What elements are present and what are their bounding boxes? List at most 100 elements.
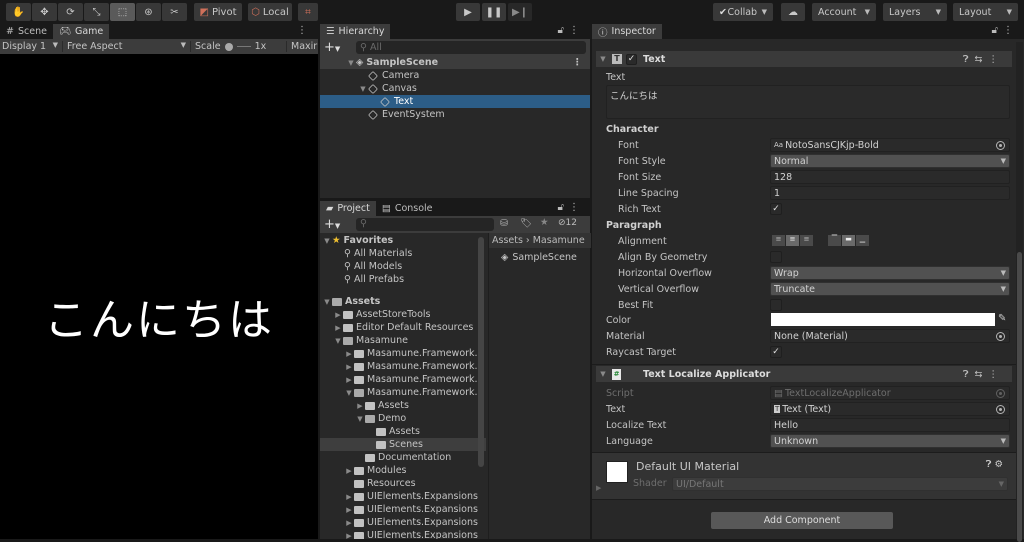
component-enabled-checkbox[interactable]: ✓ [626, 53, 637, 65]
expand-arrow-icon[interactable]: ▶ [344, 532, 354, 540]
localize-component-header[interactable]: ▼ # Text Localize Applicator ❓︎⇆⋮ [596, 366, 1012, 382]
collab-dropdown[interactable]: ✔ Collab ▼ [713, 3, 773, 21]
file-item-samplescene[interactable]: ◈ SampleScene [489, 251, 590, 264]
local-toggle[interactable]: ⬡ Local [248, 3, 292, 21]
material-object-field[interactable]: None (Material) [770, 329, 1010, 343]
text-value-textarea[interactable]: こんにちは [606, 85, 1010, 119]
aspect-dropdown[interactable]: Free Aspect ▼ [62, 41, 190, 52]
rotate-tool-button[interactable]: ⟳ [58, 3, 83, 21]
cloud-button[interactable]: ☁ [781, 3, 805, 21]
favorite-item[interactable]: ⚲ All Prefabs [320, 273, 486, 286]
font-style-dropdown[interactable]: Normal ▼ [770, 154, 1010, 168]
align-bottom-button[interactable]: ▁ [856, 235, 869, 246]
step-button[interactable]: ▶❙ [508, 3, 532, 21]
hierarchy-item-canvas[interactable]: ▼ Canvas [320, 82, 590, 95]
object-picker-icon[interactable] [996, 141, 1005, 150]
filter-label-icon[interactable]: 🏷︎ [520, 218, 532, 229]
favorite-star-icon[interactable]: ★ [540, 217, 549, 228]
tree-folder-item[interactable]: ▼ Demo [320, 412, 486, 425]
localize-text-input[interactable]: Hello [770, 418, 1010, 432]
more-options-icon[interactable]: ⋮ [573, 57, 583, 68]
tree-folder-item[interactable]: ▼ Masamune.Framework. [320, 386, 486, 399]
collapse-arrow-icon[interactable]: ▼ [355, 415, 365, 423]
horizontal-overflow-dropdown[interactable]: Wrap ▼ [770, 266, 1010, 280]
expand-arrow-icon[interactable]: ▶ [344, 350, 354, 358]
custom-tool-button[interactable]: ✂ [162, 3, 187, 21]
expand-arrow-icon[interactable]: ▼ [346, 59, 356, 67]
text-reference-field[interactable]: T Text (Text) [770, 402, 1010, 416]
tree-folder-item[interactable]: ▶ Assets [320, 399, 486, 412]
layout-dropdown[interactable]: Layout ▼ [953, 3, 1018, 21]
maximize-toggle[interactable]: Maxir [286, 41, 317, 52]
tab-project[interactable]: ▰ Project [320, 201, 376, 216]
expand-arrow-icon[interactable]: ▼ [358, 85, 368, 93]
tree-folder-item[interactable]: Documentation [320, 451, 486, 464]
font-object-field[interactable]: Aa NotoSansCJKjp-Bold [770, 138, 1010, 152]
hierarchy-search-input[interactable]: ⚲ All [356, 41, 586, 54]
raycast-target-checkbox[interactable]: ✓ [770, 346, 782, 358]
create-button[interactable]: +▼ [324, 217, 340, 232]
tree-scrollbar[interactable] [478, 237, 484, 467]
language-dropdown[interactable]: Unknown ▼ [770, 434, 1010, 448]
tab-game[interactable]: 🎮︎ Game [52, 24, 110, 39]
expand-arrow-icon[interactable]: ▼ [598, 370, 608, 378]
tree-folder-item[interactable]: Assets [320, 425, 486, 438]
object-picker-icon[interactable] [996, 405, 1005, 414]
object-picker-icon[interactable] [996, 332, 1005, 341]
tab-scene[interactable]: # Scene [0, 24, 53, 39]
more-options-icon[interactable]: ⋮ [297, 25, 312, 36]
rect-tool-button[interactable]: ⬚ [110, 3, 135, 21]
scrollbar-thumb[interactable] [1017, 252, 1022, 542]
material-actions[interactable]: ❓︎⚙ [986, 459, 1006, 470]
hidden-packages-toggle[interactable]: ⊘12 [558, 218, 577, 228]
tree-folder-item[interactable]: ▶ UIElements.Expansions [320, 490, 486, 503]
tree-folder-item[interactable]: ▶ Masamune.Framework. [320, 360, 486, 373]
eyedropper-icon[interactable]: ✎ [998, 313, 1006, 324]
font-size-input[interactable]: 128 [770, 170, 1010, 184]
scale-slider[interactable]: Scale 1x [190, 41, 286, 52]
tree-folder-item[interactable]: ▶ AssetStoreTools [320, 308, 486, 321]
tree-folder-item[interactable]: ▶ UIElements.Expansions [320, 529, 486, 539]
expand-arrow-icon[interactable]: ▼ [598, 55, 608, 63]
align-left-button[interactable]: ≡ [772, 235, 785, 246]
expand-arrow-icon[interactable]: ▶ [333, 324, 343, 332]
lock-icon[interactable]: 🔓︎⋮ [558, 202, 584, 213]
favorite-item[interactable]: ⚲ All Models [320, 260, 486, 273]
rich-text-checkbox[interactable]: ✓ [770, 203, 782, 215]
tab-console[interactable]: ▤ Console [376, 201, 439, 216]
scale-tool-button[interactable]: ⤡ [84, 3, 109, 21]
tree-folder-item[interactable]: ▼ Masamune [320, 334, 486, 347]
favorite-item[interactable]: ⚲ All Materials [320, 247, 486, 260]
align-geometry-checkbox[interactable] [770, 251, 782, 263]
vertical-overflow-dropdown[interactable]: Truncate ▼ [770, 282, 1010, 296]
tree-folder-item[interactable]: ▼ Assets [320, 295, 486, 308]
best-fit-checkbox[interactable] [770, 299, 782, 311]
transform-tool-button[interactable]: ⊛ [136, 3, 161, 21]
align-right-button[interactable]: ≡ [800, 235, 813, 246]
pause-button[interactable]: ❚❚ [482, 3, 506, 21]
slider-thumb[interactable] [224, 42, 233, 51]
tree-folder-item[interactable]: ▶ Editor Default Resources [320, 321, 486, 334]
hierarchy-item-eventsystem[interactable]: EventSystem [320, 108, 590, 121]
tab-hierarchy[interactable]: ☰ Hierarchy [320, 24, 391, 39]
display-dropdown[interactable]: Display 1 ▼ [0, 41, 62, 52]
tree-folder-item[interactable]: Scenes [320, 438, 486, 451]
align-top-button[interactable]: ▔ [828, 235, 841, 246]
tree-folder-item[interactable]: Resources [320, 477, 486, 490]
hierarchy-item-samplescene[interactable]: ▼ ◈ SampleScene ⋮ [320, 56, 590, 69]
expand-arrow-icon[interactable]: ▶ [344, 493, 354, 501]
text-component-header[interactable]: ▼ T ✓ Text ❓︎⇆⋮ [596, 51, 1012, 67]
tree-folder-item[interactable]: ▶ Modules [320, 464, 486, 477]
project-search-input[interactable]: ⚲ [356, 218, 494, 231]
expand-arrow-icon[interactable]: ▼ [322, 237, 332, 245]
tab-inspector[interactable]: ⓘ Inspector [592, 24, 662, 39]
favorites-header[interactable]: ▼ ★ Favorites [320, 234, 486, 247]
tree-folder-item[interactable]: ▶ Masamune.Framework. [320, 373, 486, 386]
component-actions[interactable]: ❓︎⇆⋮ [963, 369, 1004, 380]
breadcrumb-assets[interactable]: Assets [492, 235, 523, 246]
move-tool-button[interactable]: ✥ [32, 3, 57, 21]
tree-folder-item[interactable]: ▶ UIElements.Expansions [320, 516, 486, 529]
collapse-arrow-icon[interactable]: ▼ [344, 389, 354, 397]
play-button[interactable]: ▶ [456, 3, 480, 21]
tree-folder-item[interactable]: ▶ UIElements.Expansions [320, 503, 486, 516]
